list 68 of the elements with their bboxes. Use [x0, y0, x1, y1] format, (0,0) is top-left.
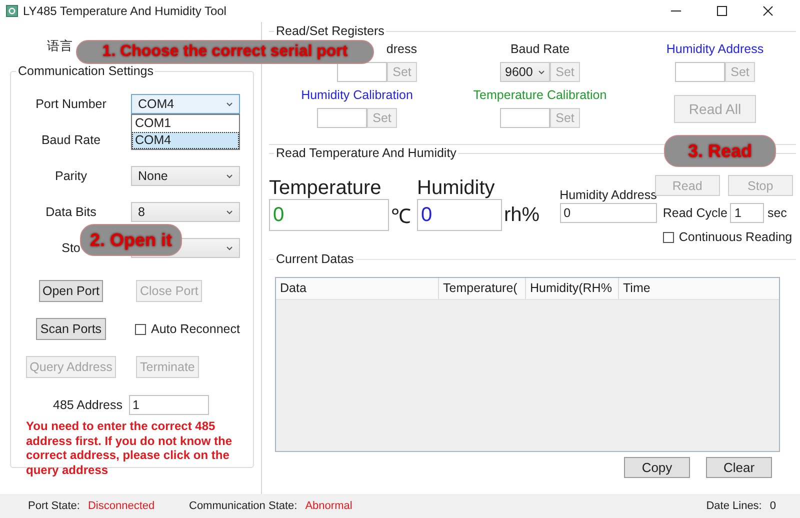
register-label: Baud Rate — [510, 42, 570, 56]
field-label: 485 Address — [53, 398, 122, 412]
address-field[interactable]: 1 — [128, 395, 208, 415]
column-header[interactable]: Time — [619, 278, 779, 299]
dropdown-option[interactable]: COM4 — [132, 132, 239, 149]
measure-label: Humidity — [417, 177, 496, 199]
dropdown[interactable]: 8 — [131, 202, 240, 222]
button[interactable]: Scan Ports — [36, 318, 106, 340]
register-label: Humidity Calibration — [301, 88, 413, 102]
column-header[interactable]: Data — [276, 278, 439, 299]
field-label: Port Number — [36, 97, 106, 111]
unit-label: sec — [767, 206, 787, 220]
button[interactable]: Copy — [624, 457, 690, 478]
group-title: Read/Set Registers — [274, 24, 386, 38]
checkbox[interactable] — [135, 324, 146, 334]
temperature-field[interactable]: 0 — [269, 199, 389, 231]
dropdown-option[interactable]: COM1 — [132, 115, 239, 132]
group-title: Current Datas — [274, 252, 356, 266]
panel-title: Communication Settings — [16, 64, 156, 78]
app-icon — [6, 5, 18, 17]
column-header[interactable]: Humidity(RH% — [526, 278, 619, 299]
status-label: Date Lines: — [706, 500, 762, 512]
warning-text: You need to enter the correct 485 address first. If you do not know the correct address, please click on the query address — [26, 419, 234, 477]
hint-tooltip: 3. Read — [664, 135, 776, 167]
caret-icon — [226, 210, 233, 214]
checkbox-label[interactable]: Continuous Reading — [678, 230, 792, 244]
close-icon[interactable] — [762, 5, 774, 17]
register-field[interactable] — [337, 62, 387, 82]
dropdown[interactable]: 9600 — [500, 62, 550, 82]
humidity-address-field[interactable]: 0 — [560, 203, 657, 223]
column-header[interactable]: Temperature( — [439, 278, 526, 299]
language-label: 语言 — [47, 38, 73, 55]
field-label: Data Bits — [46, 205, 96, 219]
field-label: Parity — [55, 169, 87, 183]
status-value: Abnormal — [305, 500, 352, 512]
measure-label: Temperature — [269, 177, 382, 199]
status-value: 0 — [770, 500, 776, 512]
checkbox-label[interactable]: Auto Reconnect — [151, 322, 240, 336]
status-value: Disconnected — [88, 500, 155, 512]
register-field[interactable] — [500, 108, 550, 128]
status-label: Communication State: — [189, 500, 298, 512]
caret-icon — [226, 246, 233, 250]
button[interactable]: Open Port — [38, 280, 104, 302]
register-field[interactable] — [675, 62, 725, 82]
unit-label: ℃ — [391, 204, 411, 228]
group-title: Read Temperature And Humidity — [274, 146, 458, 160]
caret-icon — [226, 174, 233, 178]
register-label: dress — [386, 42, 417, 56]
dropdown[interactable]: None — [131, 166, 240, 186]
field-label: Read Cycle — [662, 206, 728, 220]
button[interactable]: Clear — [706, 457, 772, 478]
field-label: Sto — [62, 241, 80, 255]
read-cycle-field[interactable]: 1 — [730, 203, 764, 223]
hint-tooltip: 1. Choose the correct serial port — [76, 40, 374, 64]
field-label: Baud Rate — [41, 133, 101, 147]
caret-icon — [226, 102, 233, 106]
register-field[interactable] — [317, 108, 367, 128]
register-label: Humidity Address — [666, 42, 764, 56]
humidity-field[interactable]: 0 — [417, 199, 502, 231]
maximize-icon[interactable] — [716, 5, 728, 17]
hint-tooltip: 2. Open it — [80, 224, 182, 256]
unit-label: rh% — [504, 204, 540, 226]
checkbox[interactable] — [662, 232, 674, 242]
status-label: Port State: — [28, 500, 80, 512]
register-label: Temperature Calibration — [473, 88, 607, 102]
caret-icon — [538, 70, 545, 74]
window-title: LY485 Temperature And Humidity Tool — [23, 4, 226, 18]
field-label: Humidity Address — [560, 188, 657, 202]
